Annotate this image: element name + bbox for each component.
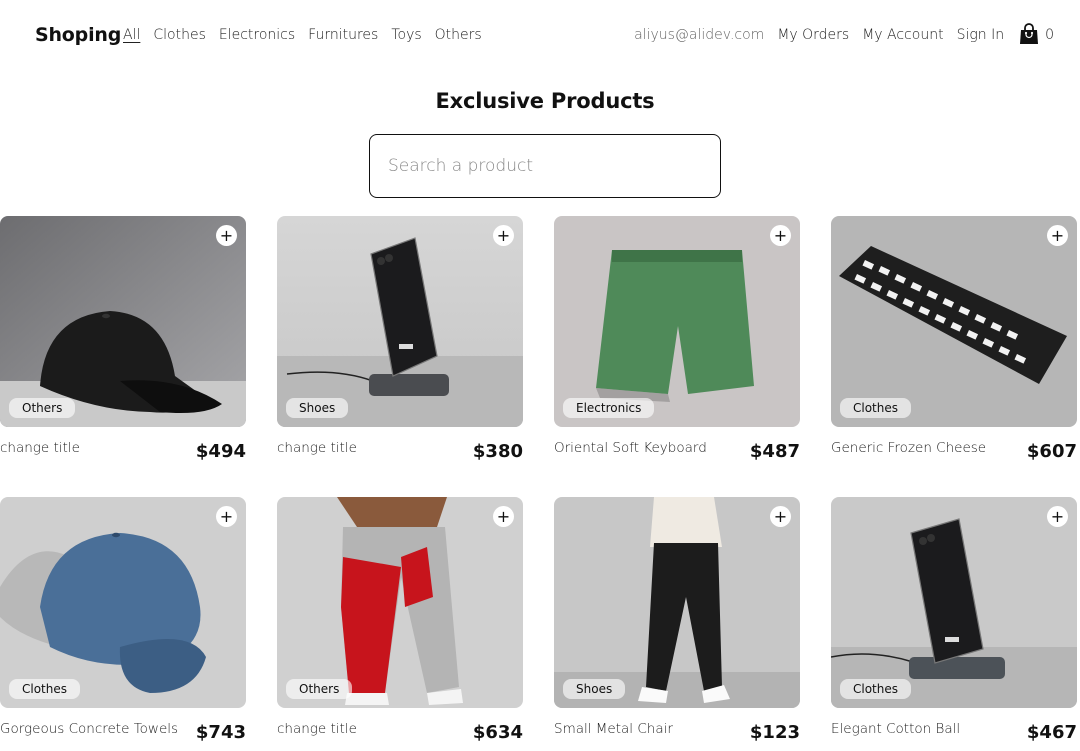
plus-icon: + <box>219 506 234 526</box>
add-to-cart-button[interactable]: + <box>493 506 514 527</box>
category-badge: Electronics <box>563 398 655 418</box>
nav-category-toys[interactable]: Toys <box>391 27 421 43</box>
product-name: change title <box>277 721 357 737</box>
product-meta: Generic Frozen Cheese $607 <box>831 440 1077 467</box>
cart-count: 0 <box>1045 27 1054 43</box>
my-orders-link[interactable]: My Orders <box>777 27 849 43</box>
product-meta: change title $634 <box>277 721 523 748</box>
product-grid: Others + change title $494 Shoes + chang… <box>0 216 1080 748</box>
nav-category-all[interactable]: All <box>123 27 140 43</box>
page-title: Exclusive Products <box>435 89 655 113</box>
category-badge: Shoes <box>286 398 349 418</box>
add-to-cart-button[interactable]: + <box>493 225 514 246</box>
product-card[interactable]: Others + change title $634 <box>277 497 523 748</box>
product-meta: Small Metal Chair $123 <box>554 721 800 748</box>
product-image: Others + <box>277 497 523 708</box>
phone-on-stand-image <box>277 216 523 427</box>
add-to-cart-button[interactable]: + <box>216 506 237 527</box>
add-to-cart-button[interactable]: + <box>770 225 791 246</box>
product-price: $467 <box>1026 722 1077 743</box>
black-joggers-image <box>554 497 800 708</box>
product-name: Oriental Soft Keyboard <box>554 440 707 456</box>
plus-icon: + <box>773 225 788 245</box>
product-card[interactable]: Shoes + change title $380 <box>277 216 523 467</box>
sign-in-link[interactable]: Sign In <box>957 27 1005 43</box>
brand-logo[interactable]: Shoping <box>35 24 121 46</box>
search-input[interactable] <box>369 134 721 198</box>
top-navbar: Shoping All Clothes Electronics Furnitur… <box>0 0 1080 70</box>
account-nav: aliyus@alidev.com My Orders My Account S… <box>634 23 1054 45</box>
category-badge: Clothes <box>9 679 80 699</box>
nav-category-clothes[interactable]: Clothes <box>153 27 206 43</box>
green-shorts-image <box>554 216 800 427</box>
product-name: change title <box>277 440 357 456</box>
product-meta: Oriental Soft Keyboard $487 <box>554 440 800 467</box>
plus-icon: + <box>219 225 234 245</box>
plus-icon: + <box>1050 506 1065 526</box>
product-card[interactable]: Clothes + Gorgeous Concrete Towels $743 <box>0 497 246 748</box>
product-image: Electronics + <box>554 216 800 427</box>
product-price: $487 <box>749 441 800 462</box>
add-to-cart-button[interactable]: + <box>770 506 791 527</box>
product-card[interactable]: Shoes + Small Metal Chair $123 <box>554 497 800 748</box>
category-badge: Others <box>9 398 76 418</box>
product-image: Shoes + <box>277 216 523 427</box>
plus-icon: + <box>773 506 788 526</box>
plus-icon: + <box>496 506 511 526</box>
cart-button[interactable]: 0 <box>1019 23 1054 45</box>
product-meta: change title $494 <box>0 440 246 467</box>
product-name: change title <box>0 440 80 456</box>
category-badge: Shoes <box>563 679 626 699</box>
shopping-bag-icon <box>1020 23 1039 44</box>
product-image: Clothes + <box>0 497 246 708</box>
category-badge: Others <box>286 679 353 699</box>
product-meta: Gorgeous Concrete Towels $743 <box>0 721 246 748</box>
product-image: Clothes + <box>831 216 1077 427</box>
colorblock-joggers-image <box>277 497 523 708</box>
product-meta: change title $380 <box>277 440 523 467</box>
product-price: $494 <box>195 441 246 462</box>
blue-cap-image <box>0 497 246 708</box>
product-price: $743 <box>195 722 246 743</box>
product-name: Generic Frozen Cheese <box>831 440 987 456</box>
category-nav: All Clothes Electronics Furnitures Toys … <box>123 27 482 43</box>
add-to-cart-button[interactable]: + <box>1047 506 1068 527</box>
product-card[interactable]: Clothes + Generic Frozen Cheese $607 <box>831 216 1077 467</box>
product-card[interactable]: Others + change title $494 <box>0 216 246 467</box>
product-card[interactable]: Clothes + Elegant Cotton Ball $467 <box>831 497 1077 748</box>
category-badge: Clothes <box>840 679 911 699</box>
plus-icon: + <box>1050 225 1065 245</box>
product-price: $123 <box>749 722 800 743</box>
product-image: Shoes + <box>554 497 800 708</box>
product-image: Others + <box>0 216 246 427</box>
product-meta: Elegant Cotton Ball $467 <box>831 721 1077 748</box>
plus-icon: + <box>496 225 511 245</box>
product-price: $607 <box>1026 441 1077 462</box>
add-to-cart-button[interactable]: + <box>1047 225 1068 246</box>
add-to-cart-button[interactable]: + <box>216 225 237 246</box>
product-price: $380 <box>472 441 523 462</box>
product-name: Small Metal Chair <box>554 721 673 737</box>
nav-category-others[interactable]: Others <box>435 27 482 43</box>
user-email: aliyus@alidev.com <box>634 27 765 43</box>
product-name: Gorgeous Concrete Towels <box>0 721 179 737</box>
my-account-link[interactable]: My Account <box>862 27 943 43</box>
black-cap-image <box>0 216 246 427</box>
category-badge: Clothes <box>840 398 911 418</box>
nav-category-electronics[interactable]: Electronics <box>219 27 295 43</box>
product-price: $634 <box>472 722 523 743</box>
product-image: Clothes + <box>831 497 1077 708</box>
nav-category-furnitures[interactable]: Furnitures <box>308 27 378 43</box>
product-name: Elegant Cotton Ball <box>831 721 961 737</box>
product-card[interactable]: Electronics + Oriental Soft Keyboard $48… <box>554 216 800 467</box>
phone-on-stand-image <box>831 497 1077 708</box>
keyboard-image <box>831 216 1077 427</box>
